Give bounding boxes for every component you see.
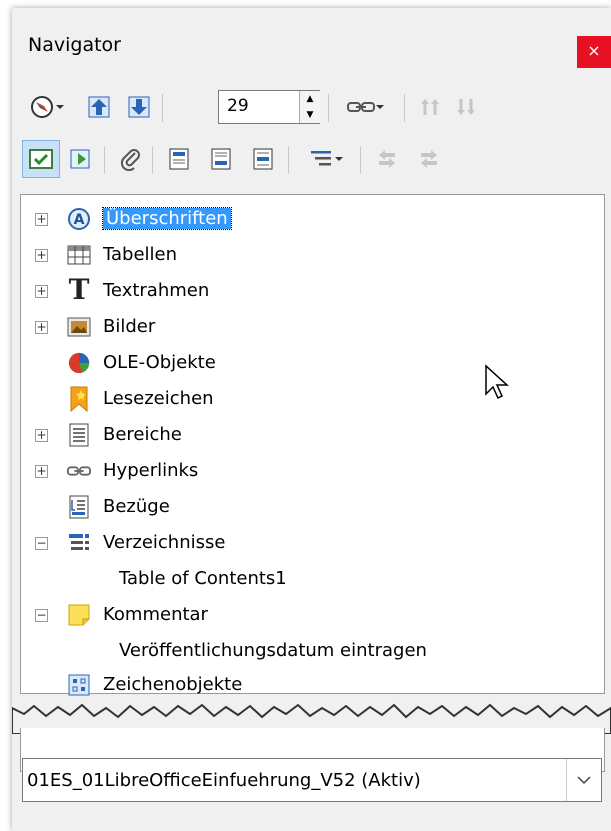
page-number-spinbox[interactable]: 29 ▲ ▼ (218, 90, 320, 124)
page-up-icon (88, 96, 110, 118)
chevron-down-icon (376, 105, 384, 109)
paperclip-icon (120, 149, 140, 171)
footer-icon (211, 148, 231, 170)
promote-chapter-button[interactable] (414, 88, 448, 126)
mouse-pointer-icon (485, 364, 509, 400)
compass-icon (31, 96, 53, 118)
expand-icon[interactable]: + (35, 213, 48, 226)
tree-item-label[interactable]: Überschriften (102, 207, 232, 230)
heading-levels-button[interactable] (298, 140, 354, 178)
document-select-dropdown-button[interactable] (566, 759, 601, 801)
tree-item-label[interactable]: Zeichenobjekte (103, 674, 242, 695)
reminder-icon (70, 149, 90, 169)
document-select-value[interactable]: 01ES_01LibreOfficeEinfuehrung_V52 (Aktiv… (27, 770, 421, 791)
chevron-down-icon (577, 776, 591, 785)
toolbar-separator (104, 146, 105, 174)
tree-item-label[interactable]: Bilder (103, 316, 155, 337)
index-icon (67, 531, 91, 555)
content-view-toggle[interactable] (22, 140, 60, 178)
drag-mode-button[interactable] (336, 88, 396, 126)
tree-item-label[interactable]: OLE-Objekte (103, 352, 216, 373)
window-title: Navigator (28, 34, 121, 56)
tree-item-label[interactable]: Hyperlinks (103, 460, 198, 481)
tree-item-label[interactable]: Table of Contents1 (119, 568, 287, 589)
spin-up-button[interactable]: ▲ (299, 91, 320, 108)
toolbar-separator (288, 146, 289, 174)
close-icon: × (587, 41, 601, 60)
hyperlink-chain-icon (347, 102, 375, 112)
navigation-dropdown-button[interactable] (22, 88, 72, 126)
footer-button[interactable] (204, 140, 238, 178)
list-box-on-icon (29, 149, 53, 169)
svg-text:A: A (74, 212, 85, 228)
tree-item-label[interactable]: Bereiche (103, 424, 182, 445)
content-tree[interactable]: + A Überschriften + Tabellen + T Textrah… (20, 194, 605, 696)
arrow-left-icon (379, 150, 395, 168)
close-button[interactable]: × (577, 36, 611, 68)
arrow-up-icon (421, 99, 439, 115)
section-icon (67, 423, 91, 447)
spin-down-button[interactable]: ▼ (299, 107, 320, 123)
next-object-button[interactable] (122, 88, 156, 126)
collapse-icon[interactable]: − (35, 537, 48, 550)
heading-icon: A (67, 207, 91, 231)
anchor-text-icon (253, 148, 273, 170)
document-select[interactable]: 01ES_01LibreOfficeEinfuehrung_V52 (Aktiv… (22, 758, 602, 802)
previous-object-button[interactable] (82, 88, 116, 126)
anchor-button[interactable] (246, 140, 280, 178)
arrow-right-icon (421, 150, 437, 168)
toolbar-separator (404, 94, 405, 122)
promote-level-button[interactable] (370, 140, 404, 178)
tree-item-label[interactable]: Verzeichnisse (103, 532, 225, 553)
navigator-window: Navigator × 29 ▲ ▼ + A Überschriften + T… (12, 8, 611, 831)
tree-item-label[interactable]: Veröffentlichungsdatum eintragen (119, 640, 427, 661)
header-icon (169, 148, 189, 170)
image-icon (67, 315, 91, 339)
text-frame-icon: T (67, 275, 91, 303)
toolbar-separator (328, 94, 329, 122)
toolbar-separator (360, 146, 361, 174)
arrow-down-icon (457, 99, 475, 115)
title-bar: Navigator × (12, 8, 611, 80)
heading-levels-icon (311, 151, 331, 166)
tree-item-label[interactable]: Kommentar (103, 604, 208, 625)
page-down-icon (128, 96, 150, 118)
svg-text:T: T (69, 275, 90, 303)
toolbar-separator (162, 94, 163, 122)
toolbar-separator (152, 146, 153, 174)
ole-object-icon (67, 351, 91, 375)
bookmark-icon (67, 386, 91, 412)
chevron-down-icon (56, 105, 64, 109)
expand-icon[interactable]: + (35, 465, 48, 478)
expand-icon[interactable]: + (35, 249, 48, 262)
hyperlink-icon (67, 459, 91, 483)
reference-icon (67, 495, 91, 519)
header-button[interactable] (162, 140, 196, 178)
demote-chapter-button[interactable] (450, 88, 484, 126)
tree-item-label[interactable]: Textrahmen (103, 280, 209, 301)
demote-level-button[interactable] (412, 140, 446, 178)
expand-icon[interactable]: + (35, 285, 48, 298)
tree-item-label[interactable]: Tabellen (103, 244, 177, 265)
tree-item-label[interactable]: Lesezeichen (103, 388, 214, 409)
set-reminder-button[interactable] (64, 140, 98, 178)
chevron-down-icon (335, 157, 343, 161)
insert-as-hyperlink-button[interactable] (114, 140, 148, 178)
collapse-icon[interactable]: − (35, 609, 48, 622)
expand-icon[interactable]: + (35, 321, 48, 334)
tree-item-label[interactable]: Bezüge (103, 496, 170, 517)
comment-icon (67, 603, 91, 627)
expand-icon[interactable]: + (35, 429, 48, 442)
page-number-value[interactable]: 29 (227, 96, 249, 116)
table-icon (67, 243, 91, 267)
